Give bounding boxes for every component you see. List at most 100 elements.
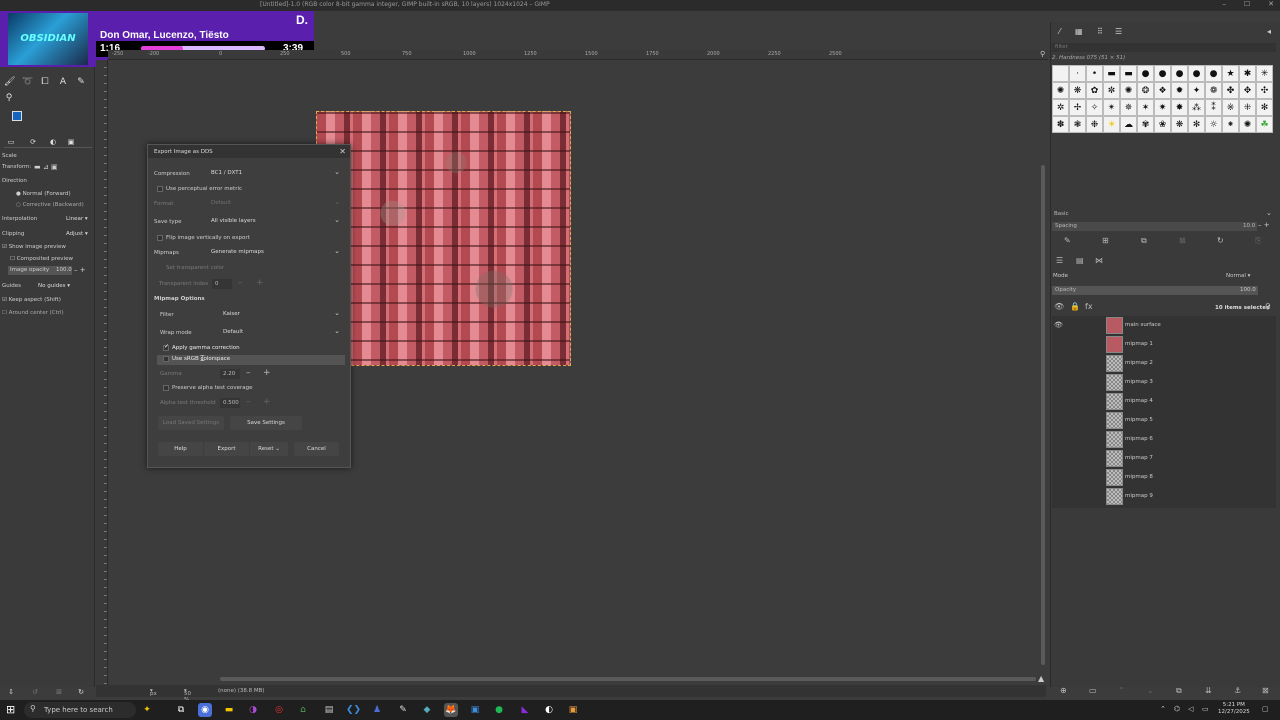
layer-row[interactable]: mipmap 5 — [1052, 411, 1276, 430]
duplicate-brush-icon[interactable]: ⧉ — [1141, 236, 1147, 246]
brush-preset-icon[interactable]: ▬ — [1120, 65, 1137, 82]
brush-preset-icon[interactable]: ✺ — [1239, 116, 1256, 133]
navigate-icon[interactable]: ▲ — [1038, 674, 1044, 683]
brush-preset-icon[interactable]: ⁕ — [1222, 116, 1239, 133]
layer-opacity-slider[interactable]: Opacity — [1052, 286, 1258, 295]
brush-preset-icon[interactable]: ✥ — [1239, 82, 1256, 99]
notifications-icon[interactable]: ▢ — [1262, 705, 1269, 713]
direction-normal-radio[interactable]: ● Normal (Forward) — [16, 191, 71, 197]
brush-grid[interactable]: · • ▬ ▬ ● ● ● ● ● ★ ✱ ✳ ✺ ❋ ✿ ✼ ✺ ❂ ❖ ✹ ✦ ❁ ✤ ✥ ✣ ✲ ✢ ✧ ✴ ✵ ✶ ✷ ✸ ⁂ ⁑ ※ ⁜ ✻ ✽ ❃… — [1052, 65, 1273, 150]
save-type-select[interactable]: All visible layers ⌄ — [208, 215, 344, 227]
new-brush-icon[interactable]: ⊞ — [1102, 236, 1109, 245]
vertical-scrollbar[interactable] — [1041, 165, 1045, 665]
brush-preset-icon[interactable]: ❂ — [1137, 82, 1154, 99]
zoom-tool-icon[interactable]: ⚲ — [4, 93, 14, 103]
brush-preset-icon[interactable]: • — [1086, 65, 1103, 82]
paths-tab-icon[interactable]: ⋈ — [1095, 256, 1103, 265]
brush-preset-icon[interactable]: · — [1069, 65, 1086, 82]
brush-preset-icon[interactable]: ✳ — [1256, 65, 1273, 82]
save-tool-preset-icon[interactable]: ⇩ — [6, 687, 16, 697]
fx-icon[interactable]: fx — [1085, 302, 1093, 311]
help-button[interactable]: Help — [158, 442, 203, 456]
windows-start-icon[interactable]: ⊞ — [6, 703, 15, 716]
app-icon-7[interactable]: ◆ — [420, 703, 434, 717]
app-icon-5[interactable]: ♟ — [370, 703, 384, 717]
patterns-tab-icon[interactable]: ▦ — [1075, 27, 1083, 36]
transform-mode-icons[interactable]: ▬ ⊿ ▣ — [34, 163, 58, 171]
save-settings-button[interactable]: Save Settings — [230, 416, 302, 430]
brush-preset-icon[interactable]: ✼ — [1103, 82, 1120, 99]
brush-filter-input[interactable]: filter — [1052, 43, 1276, 52]
show-preview-checkbox[interactable]: ☑ Show image preview — [2, 244, 66, 250]
brush-preset-icon[interactable]: ✵ — [1120, 99, 1137, 116]
guides-select[interactable]: No guides ▾ — [38, 283, 70, 289]
format-select[interactable]: Default ⌄ — [208, 197, 344, 209]
app-icon-10[interactable]: ◐ — [542, 703, 556, 717]
layer-row[interactable]: mipmap 9 — [1052, 487, 1276, 506]
filter-select[interactable]: Kaiser ⌄ — [220, 308, 344, 320]
brush-preset-icon[interactable]: ✤ — [1222, 82, 1239, 99]
layers-tab-icon[interactable]: ☰ — [1056, 256, 1063, 265]
close-button[interactable]: ✕ — [1268, 0, 1274, 11]
device-status-icon[interactable]: ⟳ — [28, 137, 38, 147]
gamma-input[interactable]: 2.20 — [220, 369, 240, 379]
brush-preset-icon[interactable]: ✶ — [1137, 99, 1154, 116]
edit-brush-icon[interactable]: ✎ — [1064, 236, 1071, 245]
vertical-ruler[interactable] — [96, 60, 108, 685]
eye-icon[interactable]: 👁 — [1054, 321, 1063, 329]
text-tool-icon[interactable]: A — [58, 77, 68, 87]
search-icon[interactable]: ⚲ — [1265, 302, 1271, 311]
increase-icon[interactable]: + — [263, 368, 271, 378]
horizontal-scrollbar[interactable] — [220, 677, 1036, 681]
clipping-select[interactable]: Adjust ▾ — [66, 231, 88, 237]
brush-preset-icon[interactable]: ✺ — [1052, 82, 1069, 99]
spacing-slider[interactable]: Spacing — [1052, 222, 1257, 231]
lasso-icon[interactable]: ➰ — [22, 77, 33, 87]
app-icon-8[interactable]: ▣ — [468, 703, 482, 717]
brush-preset-icon[interactable]: ✷ — [1154, 99, 1171, 116]
brush-preset-icon[interactable]: ☀ — [1103, 116, 1120, 133]
brush-preset-icon[interactable]: ✸ — [1171, 99, 1188, 116]
brush-preset-icon[interactable]: ✽ — [1052, 116, 1069, 133]
brush-preset-icon[interactable]: ⁑ — [1205, 99, 1222, 116]
duplicate-layer-icon[interactable]: ⧉ — [1176, 686, 1182, 696]
flip-checkbox[interactable] — [157, 235, 163, 241]
app-icon-2[interactable]: ◑ — [246, 703, 260, 717]
taskbar-search-input[interactable]: Type here to search — [24, 702, 136, 718]
new-layer-icon[interactable]: ⊕ — [1060, 686, 1067, 695]
app-icon-1[interactable]: ◉ — [198, 703, 212, 717]
gimp-taskbar-icon[interactable]: 🦊 — [444, 703, 458, 717]
reset-button[interactable]: Reset ⌄ — [250, 442, 288, 456]
brush-preset-icon[interactable]: ✺ — [1120, 82, 1137, 99]
preserve-alpha-checkbox[interactable] — [163, 385, 169, 391]
layer-mode-select[interactable]: Normal ▾ — [1226, 273, 1250, 279]
brush-preset-icon[interactable]: ✲ — [1052, 99, 1069, 116]
new-layer-group-icon[interactable]: ▭ — [1089, 686, 1097, 695]
layer-row[interactable]: mipmap 6 — [1052, 430, 1276, 449]
decrease-icon[interactable]: – — [238, 278, 243, 288]
zoom-select[interactable]: 50 % ▾ — [184, 688, 191, 703]
spotify-icon[interactable]: ● — [492, 703, 506, 717]
brush-preset-icon[interactable]: ✢ — [1069, 99, 1086, 116]
maximize-button[interactable]: ☐ — [1244, 0, 1250, 11]
layer-row[interactable]: mipmap 3 — [1052, 373, 1276, 392]
increase-icon[interactable]: + — [263, 397, 271, 407]
chevron-down-icon[interactable]: ⌄ — [1266, 209, 1272, 217]
mipmaps-select[interactable]: Generate mipmaps ⌄ — [208, 246, 344, 258]
horizontal-ruler[interactable]: -250 -200 0 250 500 750 1000 1250 1500 1750 2000 22… — [108, 50, 1048, 60]
interpolation-select[interactable]: Linear ▾ — [66, 216, 88, 222]
refresh-brushes-icon[interactable]: ↻ — [1217, 236, 1224, 245]
perceptual-checkbox[interactable] — [157, 186, 163, 192]
task-view-icon[interactable]: ⧉ — [174, 703, 188, 717]
brush-preset-icon[interactable]: ☼ — [1205, 116, 1222, 133]
tray-overflow-icon[interactable]: ⌃ — [1160, 705, 1166, 713]
brush-preset-icon[interactable]: ★ — [1222, 65, 1239, 82]
spacing-stepper[interactable]: – + — [1258, 221, 1270, 229]
chrome-icon[interactable]: ◎ — [272, 703, 286, 717]
brush-preset-icon[interactable]: ❋ — [1171, 116, 1188, 133]
open-brush-icon[interactable]: ⎘ — [1255, 236, 1261, 246]
images-icon[interactable]: ▣ — [66, 137, 76, 147]
brush-preset-icon[interactable]: ✦ — [1188, 82, 1205, 99]
brush-preset-icon[interactable]: ✿ — [1086, 82, 1103, 99]
brush-preset-icon[interactable]: ❉ — [1086, 116, 1103, 133]
